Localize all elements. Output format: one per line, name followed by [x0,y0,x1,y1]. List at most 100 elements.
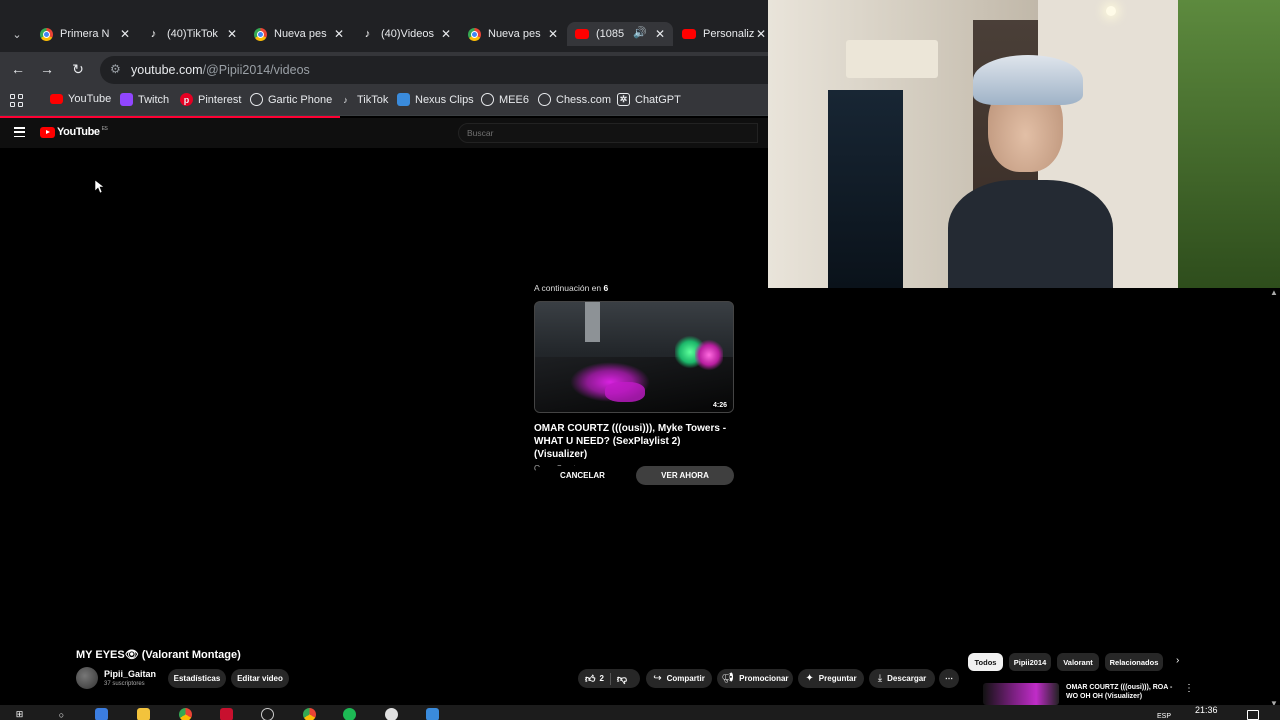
close-icon[interactable]: ✕ [441,27,451,41]
more-vert-icon[interactable]: ⋮ [1184,683,1194,694]
windows-taskbar: ⊞ ○ ESP 21:36 [0,705,1280,720]
chrome-icon[interactable] [179,708,192,720]
app-icon[interactable] [426,708,439,720]
windows-start-icon[interactable]: ⊞ [13,708,26,720]
chip-related[interactable]: Relacionados [1105,653,1163,671]
bookmark-label: ChatGPT [635,93,681,106]
tiktok-icon: ♪ [364,28,371,40]
tab-label: Nueva pes [274,28,327,40]
download-button[interactable]: ⤓ Descargar [869,669,935,688]
related-video-title[interactable]: OMAR COURTZ (((ousi))), ROA - WO OH OH (… [1066,683,1182,701]
bookmark-pinterest[interactable]: p Pinterest [180,93,241,106]
tab-4[interactable]: ♪ (40)Videos ✕ [353,22,459,46]
sparkle-icon: ✦ [805,673,814,684]
tab-1[interactable]: Primera N ✕ [32,22,138,46]
speaker-icon[interactable]: 🔊 [633,26,647,39]
bookmark-label: Nexus Clips [415,93,474,106]
bookmark-mee6[interactable]: MEE6 [481,93,529,106]
statistics-button[interactable]: Estadísticas [168,669,226,688]
edit-video-button[interactable]: Editar video [231,669,289,688]
bookmark-youtube[interactable]: YouTube [50,93,111,105]
ask-label: Preguntar [818,674,857,683]
youtube-masthead: YouTube ES Buscar [0,118,768,148]
close-icon[interactable]: ✕ [227,27,237,41]
bookmark-chess[interactable]: Chess.com [538,93,611,106]
site-info-icon[interactable]: ⚙ [110,62,121,76]
browser-tab-strip: ⌄ Primera N ✕ ♪ (40)TikTok ✕ Nueva pes ✕… [0,0,768,52]
app-icon[interactable] [95,708,108,720]
channel-avatar[interactable] [76,667,98,689]
obs-icon[interactable] [385,708,398,720]
webcam-scenery [846,40,938,78]
forward-arrow-icon[interactable]: → [38,60,56,78]
input-language[interactable]: ESP [1157,713,1171,720]
tab-7[interactable]: Personaliz ✕ [674,22,768,46]
bookmark-nexus-clips[interactable]: Nexus Clips [397,93,474,106]
bookmark-label: Chess.com [556,93,612,106]
tiktok-icon: ♪ [343,94,348,105]
address-bar[interactable]: ⚙ youtube.com/@Pipii2014/videos [100,56,768,84]
logo-country-code: ES [101,126,108,132]
spotify-icon[interactable] [343,708,356,720]
file-explorer-icon[interactable] [137,708,150,720]
chip-all[interactable]: Todos [968,653,1003,671]
close-icon[interactable]: ✕ [756,27,766,41]
up-next-header: A continuación en 6 [534,283,734,293]
search-icon[interactable]: ○ [55,708,68,720]
chevron-right-icon[interactable]: › [1176,655,1179,666]
tiktok-icon: ♪ [150,28,157,40]
promote-button[interactable]: 📢︎ Promocionar [717,669,793,688]
like-count: 2 [599,674,604,683]
ask-button[interactable]: ✦ Preguntar [798,669,864,688]
tab-3[interactable]: Nueva pes ✕ [246,22,352,46]
twitch-icon [120,93,133,106]
scroll-up-icon[interactable]: ▲ [1270,288,1278,297]
back-arrow-icon[interactable]: ← [9,60,27,78]
youtube-logo[interactable]: YouTube ES [40,126,108,138]
share-button[interactable]: ↪ Compartir [646,669,712,688]
share-icon: ↪ [653,673,662,684]
notification-icon[interactable] [1247,710,1259,720]
bookmark-chatgpt[interactable]: ✲ ChatGPT [617,93,681,106]
download-label: Descargar [887,674,927,683]
bookmark-twitch[interactable]: Twitch [120,93,169,106]
reload-icon[interactable]: ↻ [69,60,87,78]
channel-name[interactable]: Pipii_Gaitan [104,669,156,679]
up-next-thumbnail[interactable]: 4:26 [534,301,734,413]
up-next-prefix: A continuación en [534,283,602,293]
close-icon[interactable]: ✕ [655,27,665,41]
youtube-icon [575,29,589,39]
close-icon[interactable]: ✕ [548,27,558,41]
related-video-thumbnail[interactable] [983,683,1059,705]
more-actions-button[interactable]: ⋯ [939,669,959,688]
up-next-title[interactable]: OMAR COURTZ (((ousi))), Myke Towers - WH… [534,422,734,461]
page-scrollbar[interactable]: ▲ ▼ [1268,288,1280,708]
adobe-icon[interactable] [220,708,233,720]
url-text[interactable]: youtube.com/@Pipii2014/videos [131,63,310,77]
search-input[interactable]: Buscar [458,123,758,143]
app-icon[interactable] [261,708,274,720]
tab-2[interactable]: ♪ (40)TikTok ✕ [139,22,245,46]
bookmark-tiktok[interactable]: ♪ TikTok [339,93,388,106]
clock[interactable]: 21:36 [1195,705,1218,715]
chip-channel[interactable]: Pipii2014 [1009,653,1051,671]
chip-valorant[interactable]: Valorant [1057,653,1099,671]
chrome-icon[interactable] [303,708,316,720]
apps-grid-icon[interactable] [10,94,23,107]
dislike-icon[interactable]: 👎︎ [617,673,627,685]
menu-icon[interactable] [14,127,25,137]
chatgpt-icon: ✲ [617,93,630,106]
close-icon[interactable]: ✕ [120,27,130,41]
promote-label: Promocionar [739,674,789,683]
like-icon[interactable]: 👍︎ [585,673,595,685]
close-icon[interactable]: ✕ [334,27,344,41]
watch-now-button[interactable]: VER AHORA [636,466,734,485]
nexus-clips-icon [397,93,410,106]
tab-6-active[interactable]: (1085 🔊 ✕ [567,22,673,46]
tab-label: (40)Videos [381,28,434,40]
tab-label: (1085 [596,28,625,40]
tab-5[interactable]: Nueva pes ✕ [460,22,566,46]
cancel-button[interactable]: CANCELAR [534,466,631,485]
tab-search-button[interactable]: ⌄ [8,23,26,45]
bookmark-gartic-phone[interactable]: Gartic Phone [250,93,332,106]
